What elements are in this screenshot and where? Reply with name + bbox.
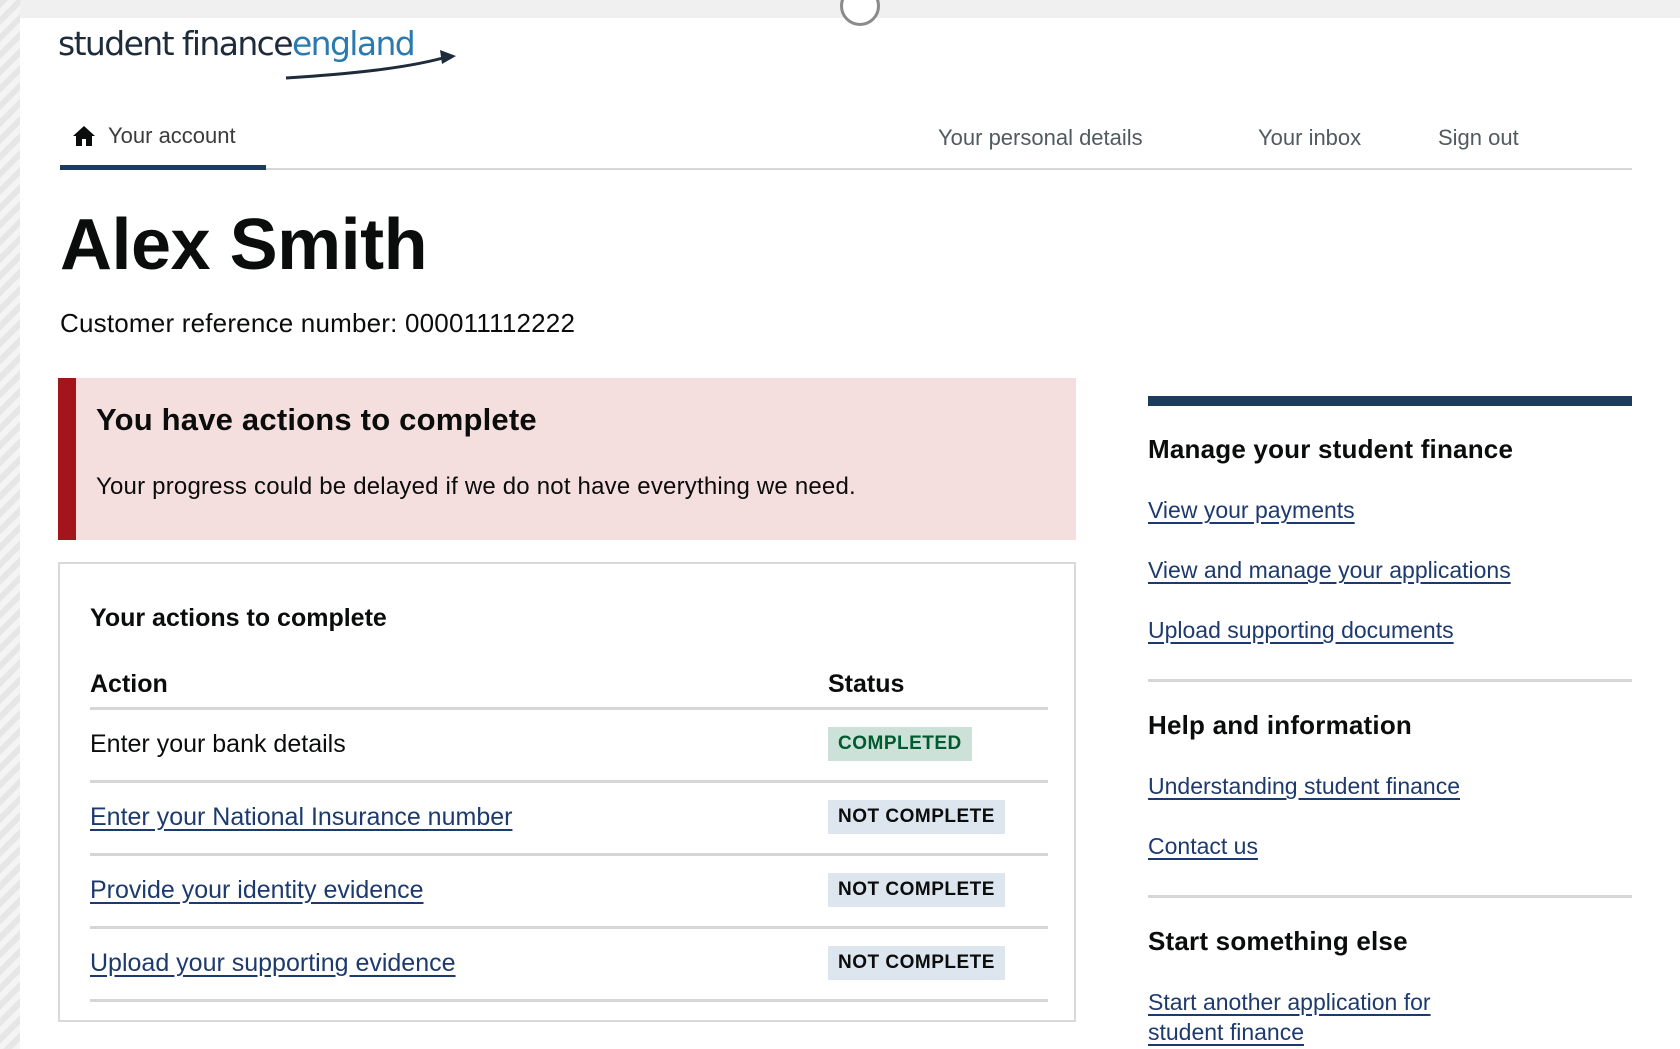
sidebar-divider (1148, 895, 1632, 898)
top-navigation: Your account Your personal details Your … (60, 106, 1632, 170)
table-header: Action Status (90, 660, 1048, 710)
link-view-payments[interactable]: View your payments (1148, 495, 1632, 525)
column-header-status: Status (828, 670, 905, 698)
table-row: Enter your National Insurance number NOT… (90, 783, 1048, 856)
action-identity-evidence-link[interactable]: Provide your identity evidence (90, 876, 424, 905)
table-row: Upload your supporting evidence NOT COMP… (90, 929, 1048, 1002)
link-start-another-application[interactable]: Start another application for student fi… (1148, 987, 1478, 1047)
action-bank-details: Enter your bank details (90, 730, 346, 758)
status-badge: COMPLETED (828, 727, 972, 761)
page-title: Alex Smith (60, 205, 428, 285)
nav-your-account-label: Your account (108, 122, 236, 148)
table-row: Enter your bank details COMPLETED (90, 710, 1048, 783)
sidebar-top-rule (1148, 396, 1632, 406)
sidebar-heading-start: Start something else (1148, 926, 1408, 956)
status-badge: NOT COMPLETE (828, 873, 1005, 907)
link-understanding-finance[interactable]: Understanding student finance (1148, 771, 1632, 801)
logo-word-1: student finance (58, 24, 294, 63)
actions-alert-banner: You have actions to complete Your progre… (58, 378, 1076, 540)
home-icon (73, 125, 95, 146)
sidebar-heading-manage: Manage your student finance (1148, 434, 1514, 464)
page: student financeengland Your account Your… (20, 18, 1680, 1049)
logo-swoosh-icon (285, 50, 456, 80)
status-badge: NOT COMPLETE (828, 800, 1005, 834)
actions-title: Your actions to complete (90, 604, 387, 632)
alert-body: Your progress could be delayed if we do … (96, 473, 856, 500)
actions-table: Action Status Enter your bank details CO… (90, 660, 1048, 1002)
nav-personal-details[interactable]: Your personal details (938, 106, 1143, 170)
action-national-insurance-link[interactable]: Enter your National Insurance number (90, 803, 512, 832)
sidebar: Manage your student finance View your pa… (1148, 396, 1632, 1047)
status-badge: NOT COMPLETE (828, 946, 1005, 980)
nav-inbox[interactable]: Your inbox (1258, 106, 1361, 170)
nav-your-account[interactable]: Your account (60, 106, 266, 170)
sidebar-heading-help: Help and information (1148, 710, 1412, 740)
action-supporting-evidence-link[interactable]: Upload your supporting evidence (90, 949, 456, 978)
link-upload-documents[interactable]: Upload supporting documents (1148, 615, 1632, 645)
alert-title: You have actions to complete (96, 402, 537, 437)
customer-reference-number: Customer reference number: 000011112222 (60, 308, 576, 338)
nav-sign-out[interactable]: Sign out (1438, 106, 1519, 170)
actions-panel: Your actions to complete Action Status E… (58, 562, 1076, 1022)
column-header-action: Action (90, 670, 168, 698)
table-row: Provide your identity evidence NOT COMPL… (90, 856, 1048, 929)
left-edge-decoration (0, 0, 20, 1049)
link-manage-applications[interactable]: View and manage your applications (1148, 555, 1632, 585)
sidebar-divider (1148, 679, 1632, 682)
link-contact-us[interactable]: Contact us (1148, 831, 1632, 861)
